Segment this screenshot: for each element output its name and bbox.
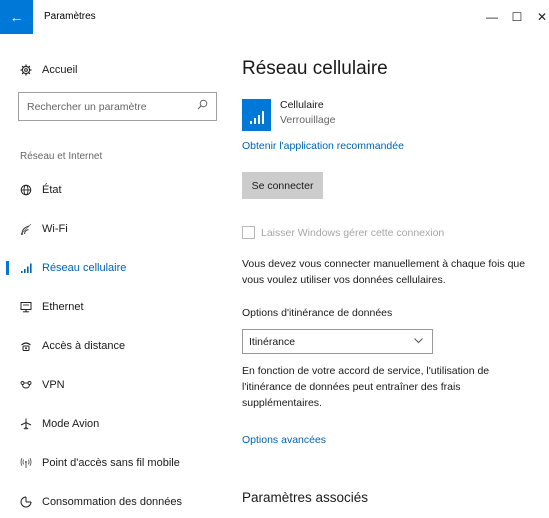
sidebar-item-status[interactable]: État [0, 178, 226, 202]
advanced-options-link[interactable]: Options avancées [242, 434, 326, 446]
title-bar: ← Paramètres — ☐ ✕ [0, 0, 549, 34]
section-title: Réseau et Internet [20, 151, 103, 162]
cellular-icon [20, 262, 38, 274]
sidebar-item-ethernet[interactable]: Ethernet [0, 295, 226, 319]
sidebar-item-label: Consommation des données [42, 496, 183, 508]
active-indicator [6, 261, 9, 275]
auto-manage-label: Laisser Windows gérer cette connexion [261, 226, 445, 239]
sidebar-item-label: Point d'accès sans fil mobile [42, 457, 180, 469]
close-icon: ✕ [536, 10, 548, 24]
close-button[interactable]: ✕ [527, 0, 549, 34]
sidebar-item-data-usage[interactable]: Consommation des données [0, 490, 226, 514]
sidebar-item-hotspot[interactable]: Point d'accès sans fil mobile [0, 451, 226, 475]
dialup-icon [20, 340, 38, 352]
globe-icon [20, 184, 38, 196]
sidebar-item-label: Ethernet [42, 301, 84, 313]
window-title: Paramètres [44, 11, 96, 22]
cellular-tile-icon [242, 99, 271, 131]
roaming-dropdown[interactable]: Itinérance [242, 329, 433, 354]
main-content: Réseau cellulaire Cellulaire Verrouillag… [226, 34, 549, 518]
ethernet-icon [20, 301, 38, 313]
related-settings-heading: Paramètres associés [242, 490, 369, 505]
minimize-icon: — [486, 10, 498, 24]
sidebar-item-label: Réseau cellulaire [42, 262, 127, 274]
page-title: Réseau cellulaire [242, 58, 388, 79]
sidebar-item-wifi[interactable]: Wi-Fi [0, 217, 226, 241]
roaming-options-label: Options d'itinérance de données [242, 307, 393, 319]
gear-icon [20, 64, 38, 76]
sidebar-item-home[interactable]: Accueil [20, 60, 77, 80]
sidebar-item-label: VPN [42, 379, 65, 391]
hotspot-icon [20, 457, 38, 469]
auto-manage-option: Laisser Windows gérer cette connexion [242, 226, 444, 239]
vpn-icon [20, 379, 38, 391]
sidebar-item-vpn[interactable]: VPN [0, 373, 226, 397]
connect-button[interactable]: Se connecter [242, 172, 323, 199]
sidebar-item-cellular[interactable]: Réseau cellulaire [0, 256, 226, 280]
search-input[interactable] [19, 93, 189, 120]
sidebar-item-label: Wi-Fi [42, 223, 68, 235]
cellular-connection-name: Cellulaire [280, 99, 324, 111]
chevron-down-icon [413, 335, 424, 349]
sidebar-item-dialup[interactable]: Accès à distance [0, 334, 226, 358]
cellular-connection-status: Verrouillage [280, 114, 336, 126]
maximize-icon: ☐ [511, 10, 523, 24]
back-button[interactable]: ← [0, 0, 33, 34]
airplane-icon [20, 418, 38, 430]
search-icon[interactable] [197, 99, 208, 113]
sidebar-item-airplane[interactable]: Mode Avion [0, 412, 226, 436]
sidebar-item-label: Accès à distance [42, 340, 126, 352]
roaming-dropdown-value: Itinérance [249, 335, 296, 348]
wifi-icon [20, 223, 38, 235]
manual-connection-info: Vous devez vous connecter manuellement à… [242, 258, 526, 286]
data-usage-icon [20, 496, 38, 508]
sidebar-item-label: Mode Avion [42, 418, 100, 430]
search-field[interactable] [18, 92, 217, 121]
get-recommended-app-link[interactable]: Obtenir l'application recommandée [242, 140, 404, 152]
sidebar: Accueil Réseau et Internet État Wi-Fi Ré… [0, 34, 226, 518]
sidebar-item-label: Accueil [42, 64, 78, 76]
back-arrow-icon: ← [9, 9, 24, 25]
sidebar-item-label: État [42, 184, 62, 196]
auto-manage-checkbox[interactable] [242, 226, 255, 239]
roaming-description: En fonction de votre accord de service, … [242, 365, 490, 409]
